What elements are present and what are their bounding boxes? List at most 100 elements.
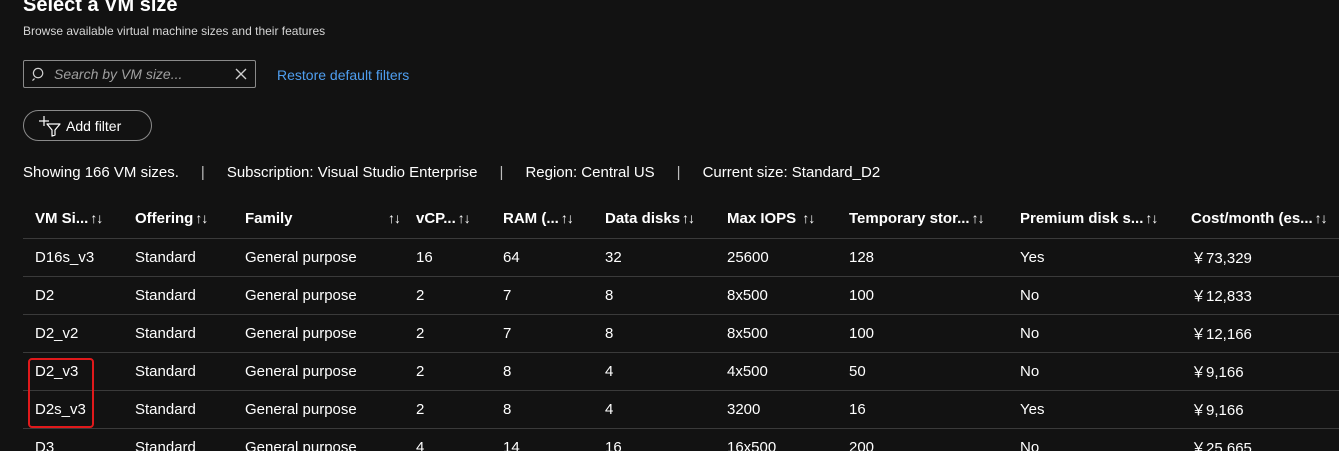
column-header-label: Offering — [135, 210, 194, 228]
cell-max-iops: 25600 — [715, 238, 837, 277]
separator: | — [200, 164, 205, 181]
cell-premium-disk: No — [1008, 352, 1179, 391]
sort-icon: ↑↓ — [802, 210, 815, 227]
cell-temporary-storage: 50 — [837, 352, 1008, 391]
cell-cost-month: ￥9,166 — [1179, 390, 1339, 429]
table-row[interactable]: D2s_v3 Standard General purpose 2 8 4 32… — [23, 390, 1339, 429]
search-icon — [32, 67, 44, 82]
cell-max-iops: 16x500 — [715, 428, 837, 451]
sort-icon: ↑↓ — [90, 210, 103, 227]
cell-ram: 7 — [491, 276, 593, 315]
restore-default-filters-link[interactable]: Restore default filters — [277, 67, 409, 83]
column-header-max-iops[interactable]: Max IOPS ↑↓ — [715, 200, 837, 239]
column-header-cost-month[interactable]: Cost/month (es... ↑↓ — [1179, 200, 1339, 239]
table-row[interactable]: D2_v2 Standard General purpose 2 7 8 8x5… — [23, 314, 1339, 353]
separator: | — [499, 164, 504, 181]
cell-vcpus: 2 — [404, 276, 491, 315]
cell-ram: 14 — [491, 428, 593, 451]
cell-premium-disk: Yes — [1008, 390, 1179, 429]
sort-icon: ↑↓ — [195, 210, 208, 227]
cell-vm-size: D16s_v3 — [23, 238, 123, 277]
cell-family: General purpose — [233, 238, 404, 277]
current-size-text: Current size: Standard_D2 — [702, 164, 881, 181]
column-header-ram[interactable]: RAM (... ↑↓ — [491, 200, 593, 239]
cell-family: General purpose — [233, 390, 404, 429]
column-header-data-disks[interactable]: Data disks ↑↓ — [593, 200, 715, 239]
cell-vcpus: 2 — [404, 390, 491, 429]
cell-data-disks: 4 — [593, 390, 715, 429]
cell-premium-disk: No — [1008, 428, 1179, 451]
cell-data-disks: 8 — [593, 276, 715, 315]
cell-temporary-storage: 100 — [837, 276, 1008, 315]
cell-cost-month: ￥9,166 — [1179, 352, 1339, 391]
cell-data-disks: 16 — [593, 428, 715, 451]
cell-premium-disk: No — [1008, 314, 1179, 353]
search-input[interactable] — [54, 64, 224, 84]
cell-ram: 8 — [491, 390, 593, 429]
cell-vm-size: D2_v3 — [23, 352, 123, 391]
cell-vcpus: 4 — [404, 428, 491, 451]
sort-icon: ↑↓ — [971, 210, 985, 227]
cell-vcpus: 16 — [404, 238, 491, 277]
table-row[interactable]: D3 Standard General purpose 4 14 16 16x5… — [23, 428, 1339, 451]
table-row[interactable]: D2_v3 Standard General purpose 2 8 4 4x5… — [23, 352, 1339, 391]
add-filter-button[interactable]: Add filter — [23, 110, 152, 141]
cell-family: General purpose — [233, 352, 404, 391]
cell-cost-month: ￥25,665 — [1179, 428, 1339, 451]
search-box[interactable] — [23, 60, 256, 88]
column-header-vm-size[interactable]: VM Si... ↑↓ — [23, 200, 123, 239]
sort-icon: ↑↓ — [560, 210, 574, 227]
column-header-temporary-storage[interactable]: Temporary stor... ↑↓ — [837, 200, 1008, 239]
cell-vm-size: D2s_v3 — [23, 390, 123, 429]
table-row[interactable]: D2 Standard General purpose 2 7 8 8x500 … — [23, 276, 1339, 315]
add-filter-icon — [39, 116, 61, 137]
cell-premium-disk: No — [1008, 276, 1179, 315]
cell-vm-size: D3 — [23, 428, 123, 451]
cell-vm-size: D2 — [23, 276, 123, 315]
cell-temporary-storage: 128 — [837, 238, 1008, 277]
column-header-vcpus[interactable]: vCP... ↑↓ — [404, 200, 491, 239]
column-header-family[interactable]: Family ↑↓ — [233, 200, 404, 239]
cell-temporary-storage: 200 — [837, 428, 1008, 451]
sort-icon: ↑↓ — [682, 210, 695, 227]
cell-vcpus: 2 — [404, 314, 491, 353]
region-text: Region: Central US — [525, 164, 655, 181]
cell-data-disks: 32 — [593, 238, 715, 277]
sort-icon: ↑↓ — [1145, 210, 1158, 227]
cell-vcpus: 2 — [404, 352, 491, 391]
sort-icon: ↑↓ — [457, 210, 471, 227]
cell-offering: Standard — [123, 276, 233, 315]
cell-offering: Standard — [123, 390, 233, 429]
cell-offering: Standard — [123, 314, 233, 353]
column-header-label: Family — [245, 210, 293, 228]
summary-bar: Showing 166 VM sizes. | Subscription: Vi… — [23, 164, 880, 181]
column-header-premium-disk[interactable]: Premium disk s... ↑↓ — [1008, 200, 1179, 239]
cell-data-disks: 4 — [593, 352, 715, 391]
cell-max-iops: 4x500 — [715, 352, 837, 391]
cell-max-iops: 8x500 — [715, 276, 837, 315]
cell-vm-size: D2_v2 — [23, 314, 123, 353]
add-filter-label: Add filter — [66, 118, 122, 134]
page-subtitle: Browse available virtual machine sizes a… — [23, 24, 326, 38]
cell-cost-month: ￥73,329 — [1179, 238, 1339, 277]
table-row[interactable]: D16s_v3 Standard General purpose 16 64 3… — [23, 238, 1339, 277]
cell-temporary-storage: 100 — [837, 314, 1008, 353]
cell-premium-disk: Yes — [1008, 238, 1179, 277]
cell-ram: 8 — [491, 352, 593, 391]
close-icon[interactable] — [235, 68, 247, 80]
subscription-text: Subscription: Visual Studio Enterprise — [226, 164, 478, 181]
column-header-label: Premium disk s... — [1020, 210, 1144, 228]
column-header-offering[interactable]: Offering ↑↓ — [123, 200, 233, 239]
column-header-label: Data disks — [605, 210, 681, 228]
cell-offering: Standard — [123, 352, 233, 391]
column-header-label: RAM (... — [503, 210, 559, 228]
sort-icon: ↑↓ — [1314, 210, 1328, 227]
sort-icon: ↑↓ — [388, 210, 401, 226]
cell-offering: Standard — [123, 238, 233, 277]
cell-family: General purpose — [233, 276, 404, 315]
cell-offering: Standard — [123, 428, 233, 451]
vm-size-table: VM Si... ↑↓ Offering ↑↓ Family ↑↓ vCP... ↑↓ … — [23, 200, 1339, 451]
column-header-label: vCP... — [416, 210, 456, 228]
separator: | — [676, 164, 681, 181]
cell-max-iops: 3200 — [715, 390, 837, 429]
